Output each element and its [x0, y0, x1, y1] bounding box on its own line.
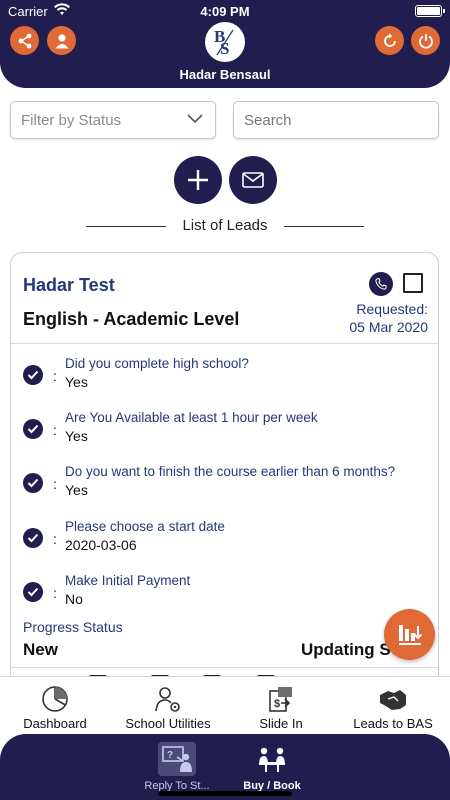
- tab-label: Dashboard: [23, 716, 87, 731]
- qa-answer: 2020-03-06: [65, 537, 137, 553]
- refresh-icon: [383, 33, 396, 47]
- lead-card[interactable]: Hadar Test English - Academic Level Requ…: [10, 252, 439, 692]
- refresh-button[interactable]: [375, 26, 404, 55]
- check-circle-icon: [23, 528, 43, 548]
- tab-leads-to-bas[interactable]: Leads to BAS: [336, 677, 450, 735]
- user-icon: [55, 33, 68, 48]
- qa-item: : Did you complete high school? Yes: [11, 356, 438, 396]
- check-circle-icon: [23, 365, 43, 385]
- qa-answer: Yes: [65, 428, 88, 444]
- search-box: [233, 101, 439, 139]
- lead-name[interactable]: Hadar Test: [23, 275, 115, 296]
- status-filter-select[interactable]: Filter by Status: [10, 101, 216, 139]
- tab-label: School Utilities: [125, 716, 211, 731]
- lead-course: English - Academic Level: [23, 309, 240, 329]
- power-button[interactable]: [411, 26, 440, 55]
- check-circle-icon: [23, 582, 43, 602]
- qa-answer: No: [65, 591, 83, 607]
- sort-button[interactable]: [384, 609, 435, 660]
- add-lead-button[interactable]: [174, 156, 222, 204]
- card-divider: [11, 343, 438, 344]
- user-name: Hadar Bensaul: [179, 67, 271, 82]
- tab-label: Leads to BAS: [353, 716, 433, 731]
- section-title: List of Leads: [182, 217, 268, 234]
- qa-question: Please choose a start date: [65, 519, 225, 534]
- share-button[interactable]: [10, 26, 39, 55]
- battery-icon: [415, 5, 445, 17]
- qa-separator: :: [53, 476, 57, 492]
- call-button[interactable]: [369, 272, 393, 296]
- lead-select-checkbox[interactable]: [403, 273, 423, 293]
- svg-text:$: $: [274, 698, 280, 710]
- qa-question: Are You Available at least 1 hour per we…: [65, 410, 318, 425]
- search-input[interactable]: [234, 102, 438, 138]
- meeting-table-icon: [259, 747, 285, 772]
- progress-state: Updating S: [301, 640, 391, 659]
- qa-item: : Are You Available at least 1 hour per …: [11, 410, 438, 450]
- profile-button[interactable]: [47, 26, 76, 55]
- qa-separator: :: [53, 422, 57, 438]
- share-icon: [18, 33, 31, 48]
- check-circle-icon: [23, 473, 43, 493]
- mail-button[interactable]: [229, 156, 277, 204]
- status-filter-value: Filter by Status: [21, 112, 122, 129]
- tab-dashboard[interactable]: Dashboard: [0, 677, 110, 735]
- home-indicator: [158, 791, 292, 796]
- section-divider-right: [284, 226, 364, 227]
- power-icon: [418, 33, 433, 49]
- clock: 4:09 PM: [200, 4, 250, 19]
- card-divider: [11, 667, 438, 668]
- user-gear-icon: [155, 687, 180, 712]
- nav-active-highlight: ?: [158, 742, 196, 776]
- handshake-icon: [380, 690, 406, 710]
- qa-question: Did you complete high school?: [65, 356, 249, 371]
- plus-icon: [188, 170, 208, 190]
- requested-label: Requested:: [356, 301, 428, 317]
- requested-date: 05 Mar 2020: [349, 319, 428, 335]
- qa-separator: :: [53, 368, 57, 384]
- mail-icon: [242, 172, 264, 188]
- status-bar: Carrier 4:09 PM: [0, 0, 450, 22]
- qa-item: : Do you want to finish the course earli…: [11, 464, 438, 504]
- tab-school-utilities[interactable]: School Utilities: [110, 677, 226, 735]
- bs-logo: BS: [205, 22, 245, 62]
- app-header: Carrier 4:09 PM BS Hadar Bensaul: [0, 0, 450, 88]
- tab-label: Slide In: [259, 716, 303, 731]
- qa-answer: Yes: [65, 482, 88, 498]
- qa-item: : Make Initial Payment No: [11, 573, 438, 613]
- tab-bar: Dashboard School Utilities $ Slide In Le…: [0, 676, 450, 734]
- qa-answer: Yes: [65, 374, 88, 390]
- sort-down-icon: [398, 624, 422, 645]
- qa-separator: :: [53, 585, 57, 601]
- chevron-down-icon: [187, 114, 203, 124]
- qa-question: Make Initial Payment: [65, 573, 191, 588]
- svg-text:?: ?: [167, 750, 173, 761]
- qa-question: Do you want to finish the course earlier…: [65, 464, 396, 479]
- slide-money-icon: $: [269, 687, 292, 712]
- qa-separator: :: [53, 531, 57, 547]
- teacher-board-icon: ?: [162, 746, 192, 772]
- tab-slide-in[interactable]: $ Slide In: [226, 677, 336, 735]
- pie-chart-icon: [42, 686, 68, 712]
- progress-value: New: [23, 640, 58, 659]
- progress-label: Progress Status: [23, 619, 123, 635]
- phone-icon: [375, 278, 387, 290]
- qa-item: : Please choose a start date 2020-03-06: [11, 519, 438, 559]
- check-circle-icon: [23, 419, 43, 439]
